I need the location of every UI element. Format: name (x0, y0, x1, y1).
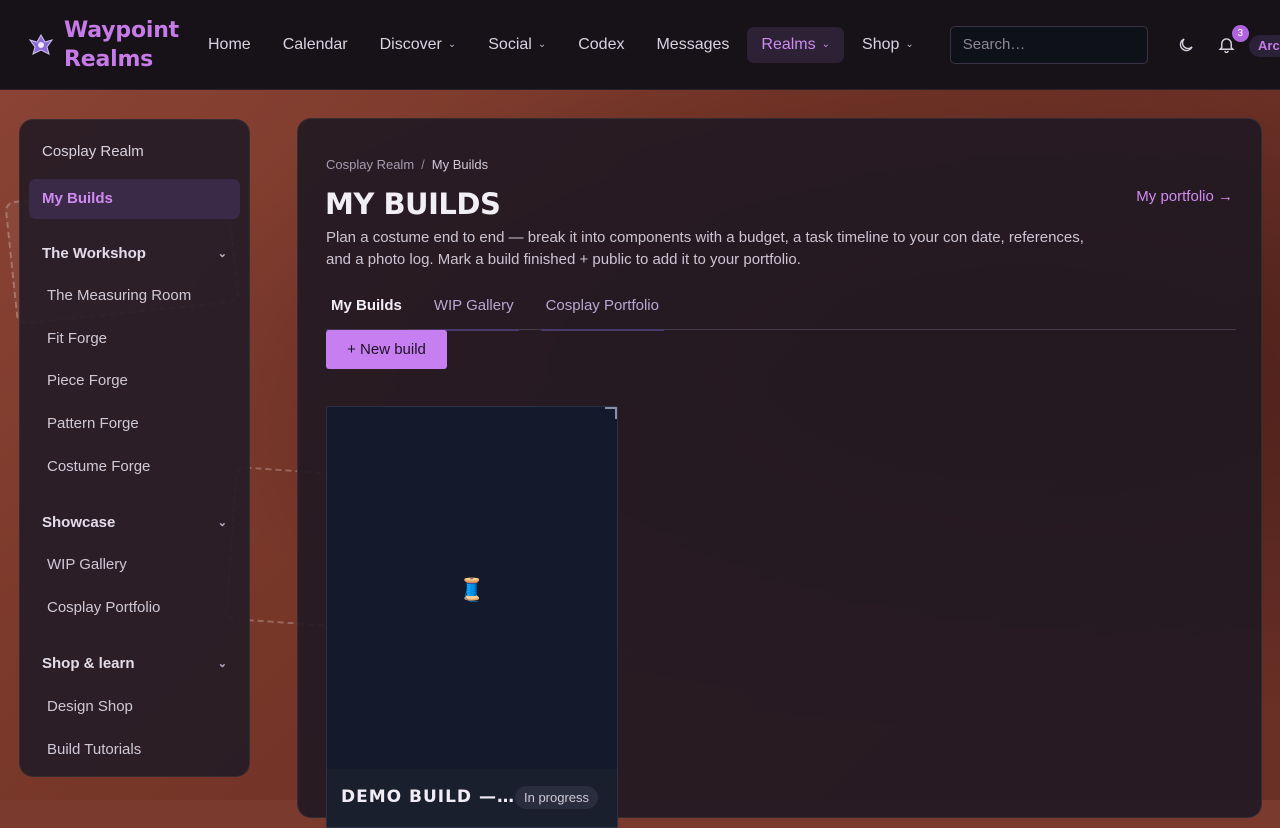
top-navigation: Waypoint Realms Home Calendar Discover ⌄ … (0, 0, 1280, 90)
logo-icon (28, 33, 54, 55)
nav-home[interactable]: Home (194, 27, 265, 63)
sidebar-item-cosplay-portfolio[interactable]: Cosplay Portfolio (20, 587, 249, 630)
main-nav: Home Calendar Discover ⌄ Social ⌄ Codex Me… (194, 26, 932, 63)
card-corner-marker (605, 407, 617, 419)
nav-realms[interactable]: Realms ⌄ (747, 26, 845, 63)
nav-codex[interactable]: Codex (564, 27, 638, 63)
sidebar: Cosplay Realm My Builds The Workshop ⌄ T… (19, 119, 250, 777)
chevron-down-icon: ⌄ (905, 39, 914, 50)
breadcrumb-separator: / (421, 157, 425, 172)
nav-realms-label: Realms (761, 35, 816, 53)
theme-toggle-button[interactable] (1174, 33, 1198, 57)
main-panel: Cosplay Realm / My Builds MY BUILDS My por… (297, 118, 1262, 828)
sidebar-section-workshop[interactable]: The Workshop ⌄ (20, 231, 249, 275)
nav-social-label: Social (488, 35, 532, 53)
notifications-button[interactable]: 3 (1215, 24, 1249, 57)
sidebar-section-title: Showcase (42, 513, 116, 531)
sidebar-section-showcase[interactable]: Showcase ⌄ (20, 500, 249, 544)
my-portfolio-link[interactable]: My portfolio → (1136, 188, 1233, 205)
sidebar-section-title: The Workshop (42, 244, 146, 262)
sidebar-item-design-shop[interactable]: Design Shop (20, 686, 249, 729)
chevron-down-icon: ⌄ (217, 658, 227, 671)
sidebar-item-pattern-forge[interactable]: Pattern Forge (20, 403, 249, 446)
brand-name-line2: Realms (64, 46, 154, 72)
sidebar-item-build-tutorials[interactable]: Build Tutorials (20, 729, 249, 772)
nav-calendar[interactable]: Calendar (269, 27, 362, 63)
nav-codex-label: Codex (578, 35, 625, 53)
chevron-down-icon: ⌄ (447, 39, 457, 50)
page-description: Plan a costume end to end — break it int… (326, 229, 1084, 268)
tab-bar: My Builds WIP Gallery Cosplay Portfolio (326, 289, 1236, 331)
sidebar-item-my-builds[interactable]: My Builds (29, 179, 240, 219)
sidebar-item-measuring-room[interactable]: The Measuring Room (20, 275, 249, 318)
notification-count-badge: 3 (1231, 24, 1249, 42)
breadcrumb-current: My Builds (431, 157, 489, 172)
nav-social[interactable]: Social ⌄ (474, 27, 560, 63)
nav-shop[interactable]: Shop ⌄ (848, 27, 928, 63)
build-card-title: DEMO BUILD —… (341, 787, 515, 807)
chevron-down-icon: ⌄ (537, 39, 547, 50)
user-menu[interactable]: Arc (1249, 35, 1280, 57)
nav-messages[interactable]: Messages (642, 27, 743, 63)
breadcrumb-parent[interactable]: Cosplay Realm (326, 157, 414, 172)
build-card-footer: DEMO BUILD —… In progress (327, 769, 617, 827)
chevron-down-icon: ⌄ (821, 39, 831, 50)
status-badge: In progress (515, 786, 599, 809)
page-title: MY BUILDS (325, 187, 501, 221)
nav-shop-label: Shop (862, 35, 900, 53)
search-input[interactable] (949, 25, 1148, 64)
tab-cosplay-portfolio[interactable]: Cosplay Portfolio (540, 289, 664, 331)
moon-icon (1179, 37, 1193, 51)
chevron-down-icon: ⌄ (217, 516, 227, 529)
thread-spool-icon: 🧵 (458, 577, 486, 602)
sidebar-item-cosplay-realm[interactable]: Cosplay Realm (20, 132, 249, 172)
new-build-button[interactable]: + New build (326, 330, 447, 369)
sidebar-section-title: Shop & learn (42, 655, 135, 673)
nav-discover-label: Discover (379, 35, 442, 53)
build-card-thumbnail: 🧵 (327, 407, 617, 769)
nav-messages-label: Messages (656, 35, 730, 53)
tab-my-builds[interactable]: My Builds (326, 289, 407, 331)
sidebar-item-piece-forge[interactable]: Piece Forge (20, 360, 249, 403)
nav-discover[interactable]: Discover ⌄ (366, 27, 471, 63)
sidebar-item-fit-forge[interactable]: Fit Forge (20, 318, 249, 361)
tab-wip-gallery[interactable]: WIP Gallery (428, 289, 519, 331)
chevron-down-icon: ⌄ (217, 247, 227, 260)
sidebar-section-shop-learn[interactable]: Shop & learn ⌄ (20, 642, 249, 686)
breadcrumb: Cosplay Realm / My Builds (326, 157, 488, 172)
nav-home-label: Home (208, 35, 251, 53)
brand[interactable]: Waypoint Realms (28, 16, 188, 74)
build-card[interactable]: 🧵 DEMO BUILD —… In progress (326, 406, 618, 828)
nav-calendar-label: Calendar (282, 35, 348, 53)
sidebar-item-wip-gallery[interactable]: WIP Gallery (20, 544, 249, 587)
brand-name-line1: Waypoint (64, 17, 179, 43)
sidebar-item-costume-forge[interactable]: Costume Forge (20, 446, 249, 489)
